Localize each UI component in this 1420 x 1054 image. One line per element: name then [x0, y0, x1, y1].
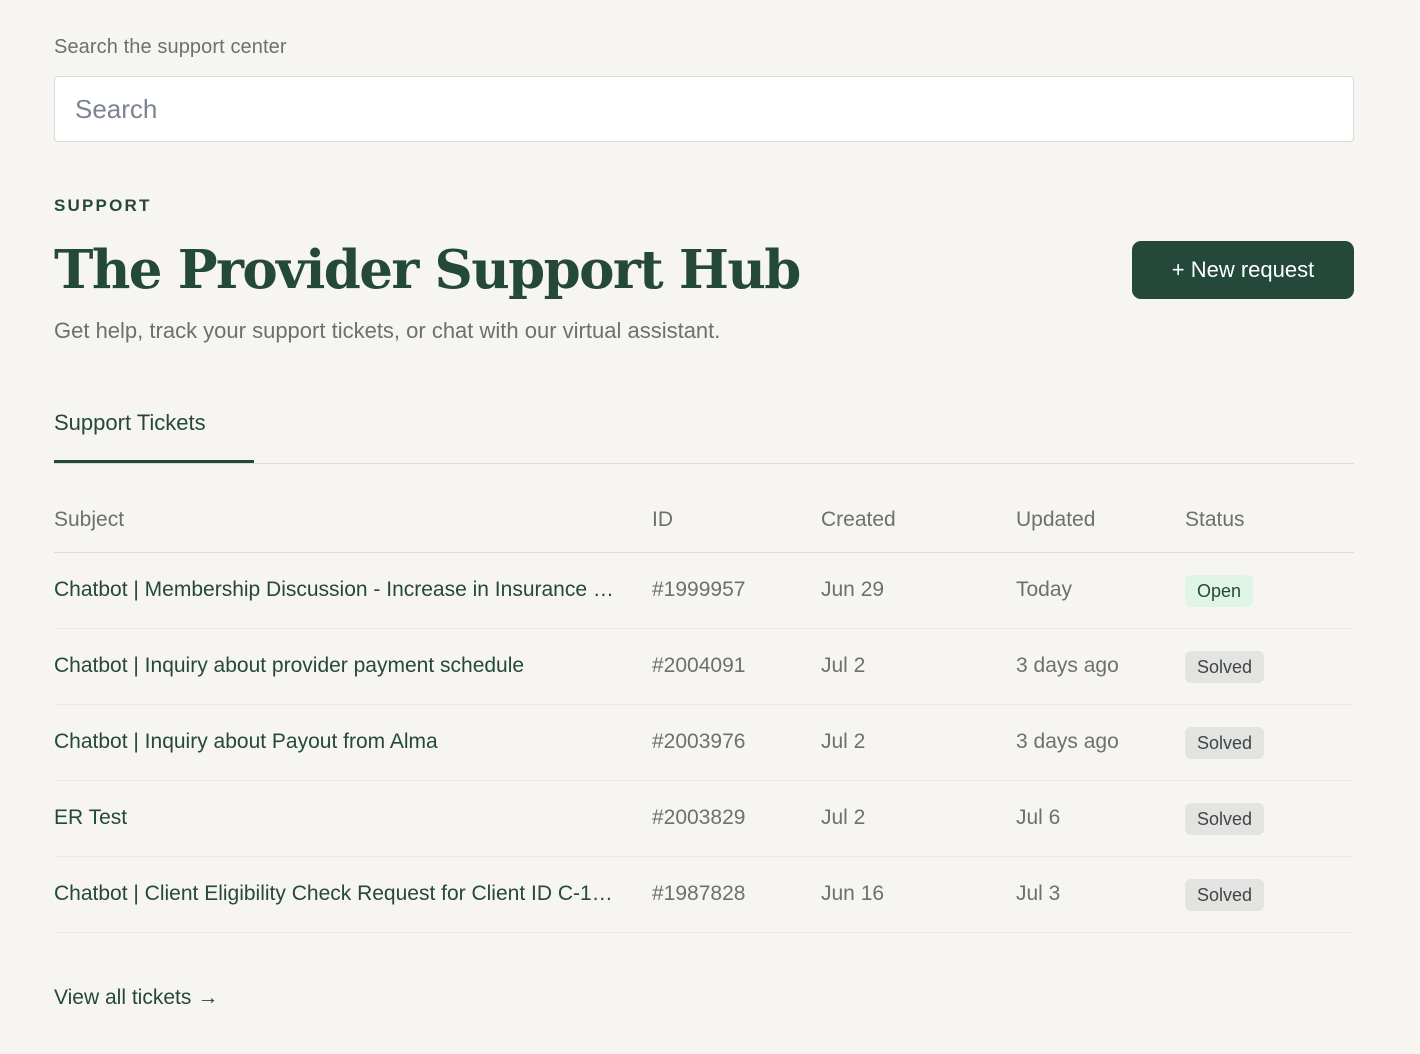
table-row[interactable]: Chatbot | Inquiry about Payout from Alma… — [54, 705, 1354, 781]
table-row[interactable]: Chatbot | Membership Discussion - Increa… — [54, 553, 1354, 629]
ticket-updated: Jul 6 — [1016, 806, 1061, 829]
ticket-updated: 3 days ago — [1016, 730, 1119, 753]
ticket-subject-link[interactable]: ER Test — [54, 806, 620, 830]
ticket-updated: 3 days ago — [1016, 654, 1119, 677]
column-header-subject: Subject — [54, 508, 125, 531]
status-badge: Solved — [1185, 803, 1265, 835]
ticket-subject-link[interactable]: Chatbot | Membership Discussion - Increa… — [54, 578, 620, 602]
search-label: Search the support center — [54, 36, 287, 58]
tickets-table: Subject ID Created Updated Status Chatbo… — [54, 490, 1354, 933]
ticket-updated: Jul 3 — [1016, 882, 1061, 905]
status-badge: Solved — [1185, 651, 1265, 683]
arrow-right-icon: → — [197, 986, 219, 1009]
ticket-created: Jun 16 — [821, 882, 885, 905]
ticket-id: #2004091 — [652, 654, 746, 677]
column-header-created: Created — [821, 508, 896, 531]
table-row[interactable]: ER Test #2003829 Jul 2 Jul 6 Solved — [54, 781, 1354, 857]
ticket-subject-link[interactable]: Chatbot | Inquiry about Payout from Alma — [54, 730, 620, 754]
column-header-id: ID — [652, 508, 673, 531]
table-header: Subject ID Created Updated Status — [54, 490, 1354, 553]
ticket-subject-link[interactable]: Chatbot | Inquiry about provider payment… — [54, 654, 620, 678]
table-row[interactable]: Chatbot | Inquiry about provider payment… — [54, 629, 1354, 705]
view-all-tickets-link[interactable]: View all tickets → — [54, 986, 218, 1010]
ticket-created: Jul 2 — [821, 806, 866, 829]
ticket-created: Jul 2 — [821, 730, 866, 753]
ticket-created: Jun 29 — [821, 578, 885, 601]
new-request-button[interactable]: + New request — [1132, 241, 1354, 299]
ticket-created: Jul 2 — [821, 654, 866, 677]
status-badge: Solved — [1185, 727, 1265, 759]
section-eyebrow: SUPPORT — [54, 196, 152, 215]
ticket-id: #1999957 — [652, 578, 746, 601]
search-input[interactable] — [54, 76, 1354, 142]
ticket-subject-link[interactable]: Chatbot | Client Eligibility Check Reque… — [54, 882, 620, 906]
ticket-id: #2003976 — [652, 730, 746, 753]
ticket-id: #2003829 — [652, 806, 746, 829]
column-header-updated: Updated — [1016, 508, 1096, 531]
tab-bar: Support Tickets — [54, 400, 1354, 464]
page-subtitle: Get help, track your support tickets, or… — [54, 318, 721, 343]
status-badge: Solved — [1185, 879, 1265, 911]
table-row[interactable]: Chatbot | Client Eligibility Check Reque… — [54, 857, 1354, 933]
ticket-id: #1987828 — [652, 882, 746, 905]
ticket-updated: Today — [1016, 578, 1073, 601]
column-header-status: Status — [1185, 508, 1245, 531]
support-page: Search the support center SUPPORT The Pr… — [0, 0, 1420, 1054]
view-all-tickets-label: View all tickets — [54, 986, 192, 1009]
tab-support-tickets[interactable]: Support Tickets — [54, 400, 254, 463]
page-title: The Provider Support Hub — [54, 239, 801, 301]
status-badge: Open — [1185, 575, 1254, 607]
